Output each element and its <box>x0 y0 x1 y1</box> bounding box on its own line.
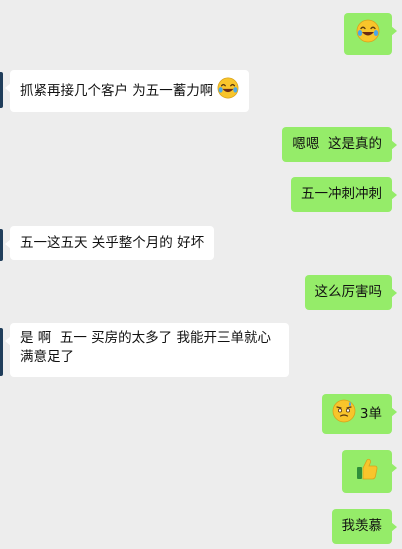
message-bubble-outgoing[interactable] <box>342 450 397 493</box>
message-bubble-incoming[interactable]: 五一这五天 关乎整个月的 好坏 <box>4 226 215 260</box>
avatar[interactable] <box>0 328 3 376</box>
message-text: 五一冲刺冲刺 <box>301 186 382 202</box>
message-text: 3单 <box>359 405 382 422</box>
chat-window: 抓紧再接几个客户 为五一蓄力啊 嗯嗯 这是真的 五一冲刺冲刺 五一这五天 关乎整… <box>0 0 402 549</box>
avatar[interactable] <box>0 72 3 108</box>
message-text: 抓紧再接几个客户 为五一蓄力啊 <box>20 82 214 99</box>
message-text: 这么厉害吗 <box>314 284 383 300</box>
message-bubble-outgoing[interactable]: 五一冲刺冲刺 <box>291 177 397 212</box>
avatar[interactable] <box>0 229 3 261</box>
message-bubble-outgoing[interactable] <box>344 13 397 55</box>
message-text: 我羡慕 <box>341 518 383 534</box>
message-bubble-outgoing[interactable]: 嗯嗯 这是真的 <box>282 127 397 162</box>
thumbs-up-icon <box>354 456 380 488</box>
message-bubble-incoming[interactable]: 是 啊 五一 买房的太多了 我能开三单就心 满意足了 <box>5 323 289 377</box>
message-bubble-outgoing[interactable]: 我羡慕 <box>331 509 397 544</box>
laughing-crying-face-icon <box>217 77 239 105</box>
message-text: 嗯嗯 这是真的 <box>292 136 382 152</box>
message-text: 五一这五天 关乎整个月的 好坏 <box>20 235 205 251</box>
message-text: 是 啊 五一 买房的太多了 我能开三单就心 <box>20 330 271 346</box>
message-bubble-incoming[interactable]: 抓紧再接几个客户 为五一蓄力啊 <box>4 70 250 112</box>
message-bubble-outgoing[interactable]: 这么厉害吗 <box>304 275 397 310</box>
message-text: 满意足了 <box>20 349 74 365</box>
laughing-crying-face-icon <box>356 19 380 49</box>
sweat-smile-face-icon <box>332 399 356 429</box>
message-bubble-outgoing[interactable]: 3单 <box>321 394 398 434</box>
